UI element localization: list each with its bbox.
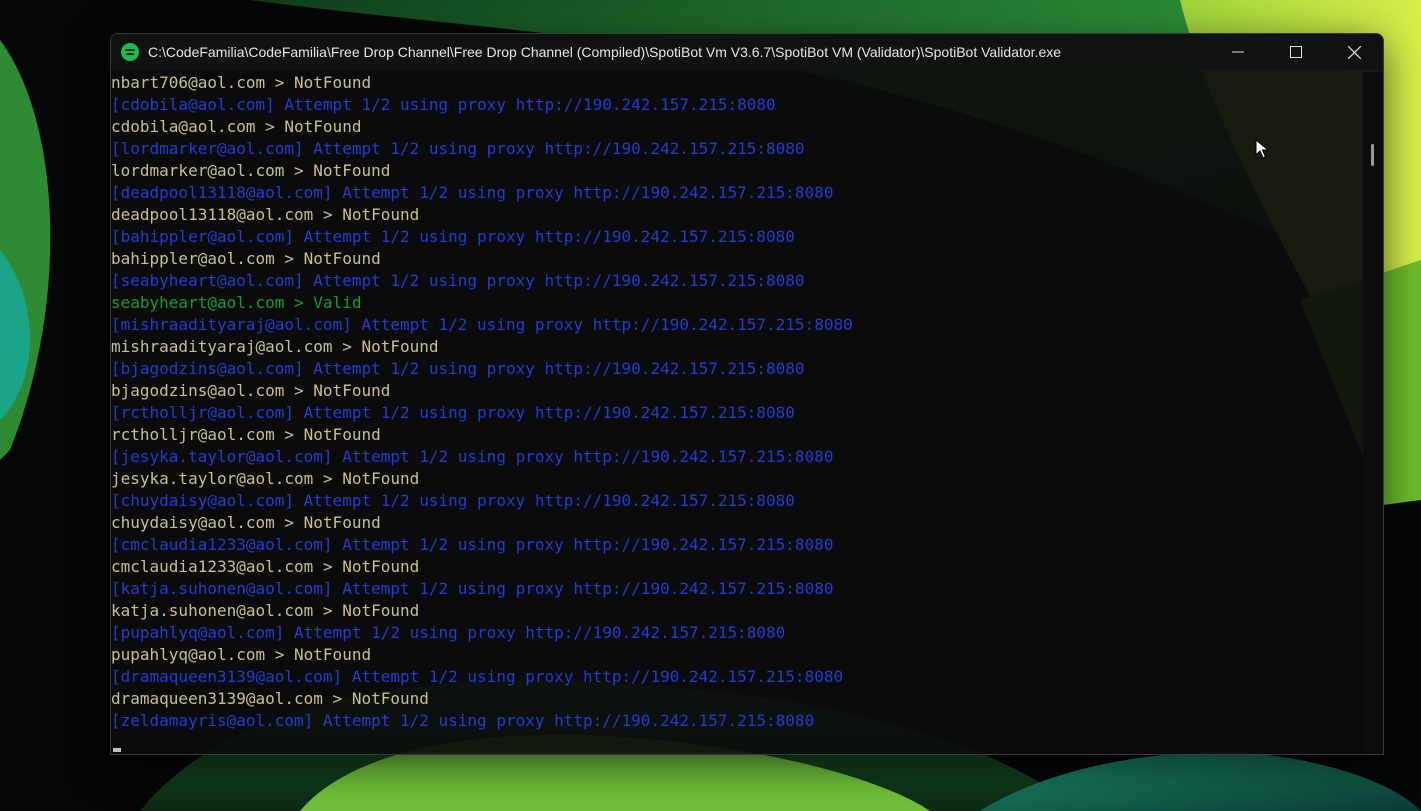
- console-window: C:\CodeFamilia\CodeFamilia\Free Drop Cha…: [110, 33, 1384, 755]
- console-line: [cmclaudia1233@aol.com] Attempt 1/2 usin…: [111, 535, 834, 554]
- console-line: katja.suhonen@aol.com > NotFound: [111, 601, 420, 620]
- text-cursor: [113, 748, 121, 752]
- console-line: [chuydaisy@aol.com] Attempt 1/2 using pr…: [111, 491, 795, 510]
- console-line: mishraadityaraj@aol.com > NotFound: [111, 337, 439, 356]
- console-line: jesyka.taylor@aol.com > NotFound: [111, 469, 420, 488]
- mouse-pointer-icon: [1255, 139, 1269, 159]
- window-title: C:\CodeFamilia\CodeFamilia\Free Drop Cha…: [148, 44, 1062, 60]
- minimize-button[interactable]: [1209, 34, 1267, 70]
- console-line: [bahippler@aol.com] Attempt 1/2 using pr…: [111, 227, 795, 246]
- title-bar[interactable]: C:\CodeFamilia\CodeFamilia\Free Drop Cha…: [111, 34, 1383, 70]
- console-line: pupahlyq@aol.com > NotFound: [111, 645, 372, 664]
- console-line: [zeldamayris@aol.com] Attempt 1/2 using …: [111, 711, 815, 730]
- console-line: seabyheart@aol.com > Valid: [111, 293, 362, 312]
- console-line: bjagodzins@aol.com > NotFound: [111, 381, 391, 400]
- console-line: deadpool13118@aol.com > NotFound: [111, 205, 420, 224]
- console-line: [pupahlyq@aol.com] Attempt 1/2 using pro…: [111, 623, 786, 642]
- console-line: cmclaudia1233@aol.com > NotFound: [111, 557, 420, 576]
- console-line: cdobila@aol.com > NotFound: [111, 117, 362, 136]
- console-line: nbart706@aol.com > NotFound: [111, 73, 372, 92]
- console-line: [bjagodzins@aol.com] Attempt 1/2 using p…: [111, 359, 805, 378]
- maximize-button[interactable]: [1267, 34, 1325, 70]
- console-line: [deadpool13118@aol.com] Attempt 1/2 usin…: [111, 183, 834, 202]
- scrollbar-thumb[interactable]: [1371, 144, 1374, 166]
- console-line: [lordmarker@aol.com] Attempt 1/2 using p…: [111, 139, 805, 158]
- console-line: [katja.suhonen@aol.com] Attempt 1/2 usin…: [111, 579, 834, 598]
- console-line: [cdobila@aol.com] Attempt 1/2 using prox…: [111, 95, 776, 114]
- console-line: [dramaqueen3139@aol.com] Attempt 1/2 usi…: [111, 667, 844, 686]
- close-button[interactable]: [1325, 34, 1383, 70]
- vertical-scrollbar[interactable]: [1363, 72, 1383, 754]
- minimize-icon: [1232, 51, 1244, 53]
- maximize-icon: [1290, 46, 1302, 58]
- console-line: [seabyheart@aol.com] Attempt 1/2 using p…: [111, 271, 805, 290]
- console-line: [jesyka.taylor@aol.com] Attempt 1/2 usin…: [111, 447, 834, 466]
- console-line: [mishraadityaraj@aol.com] Attempt 1/2 us…: [111, 315, 853, 334]
- console-line: chuydaisy@aol.com > NotFound: [111, 513, 381, 532]
- spotify-icon: [121, 43, 139, 61]
- close-icon: [1347, 45, 1361, 59]
- console-output[interactable]: nbart706@aol.com > NotFound [cdobila@aol.…: [111, 72, 1361, 754]
- console-line: lordmarker@aol.com > NotFound: [111, 161, 391, 180]
- console-line: rctholljr@aol.com > NotFound: [111, 425, 381, 444]
- console-line: bahippler@aol.com > NotFound: [111, 249, 381, 268]
- console-line: [rctholljr@aol.com] Attempt 1/2 using pr…: [111, 403, 795, 422]
- console-line: dramaqueen3139@aol.com > NotFound: [111, 689, 429, 708]
